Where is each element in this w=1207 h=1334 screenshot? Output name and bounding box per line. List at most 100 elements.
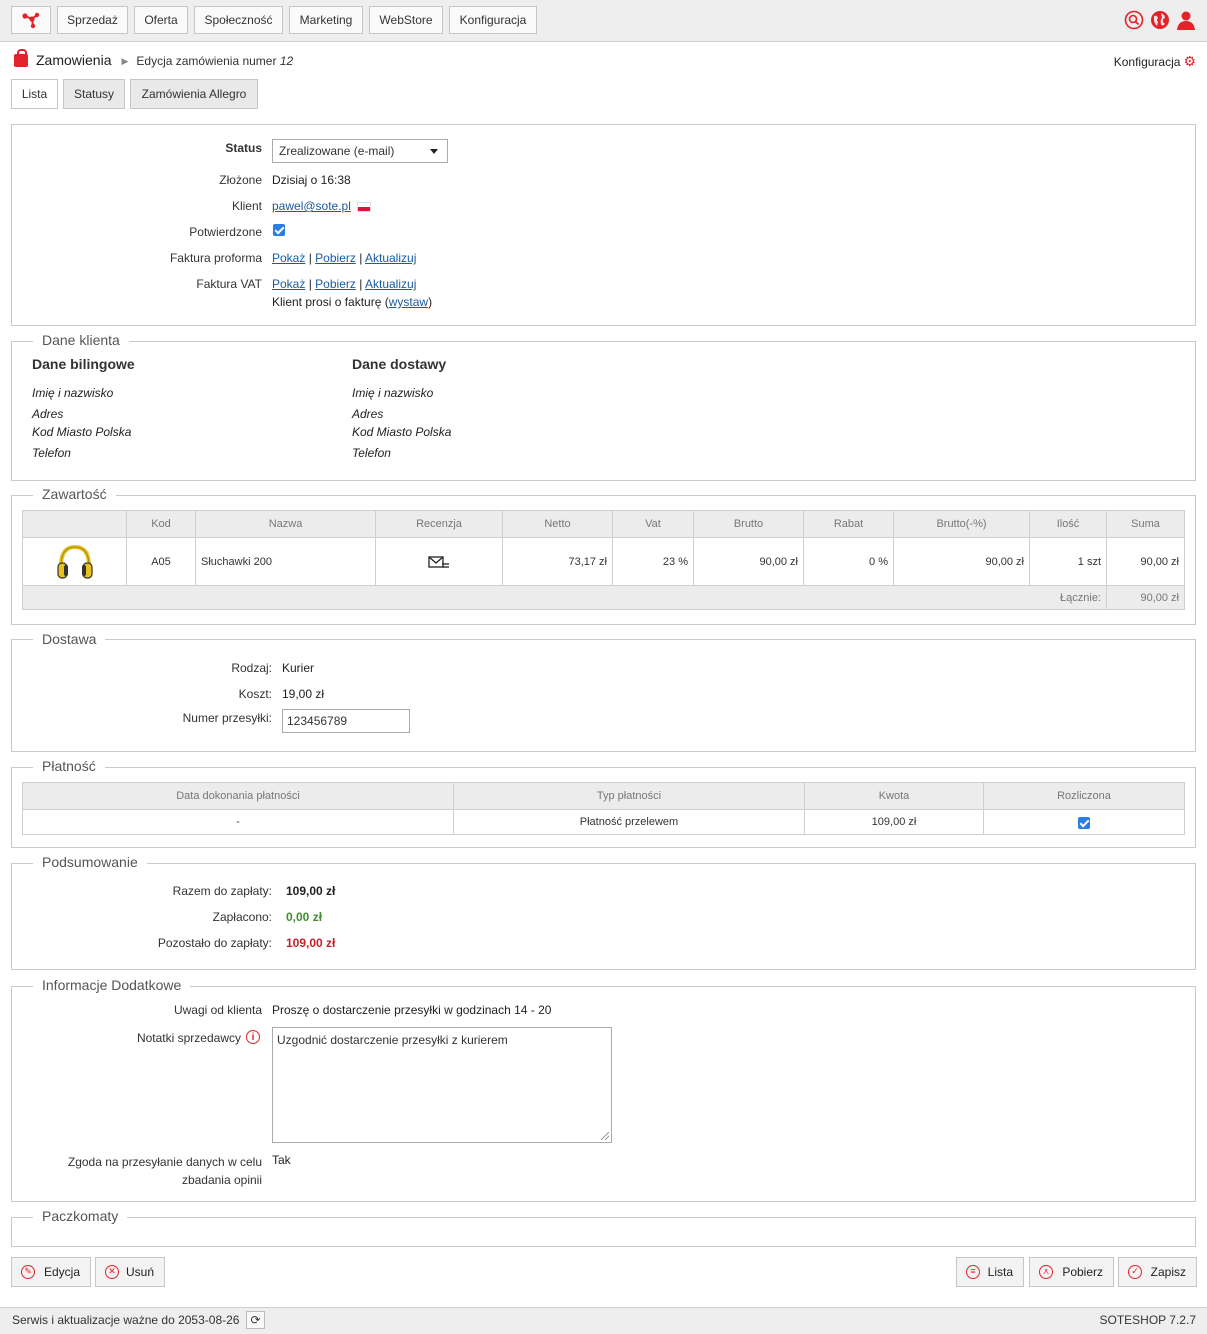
zapisz-button[interactable]: ✓ Zapisz	[1118, 1257, 1197, 1287]
globe-icon[interactable]	[1150, 10, 1170, 30]
usun-button[interactable]: ✕ Usuń	[95, 1257, 165, 1287]
uwagi-value: Proszę o dostarczenie przesyłki w godzin…	[272, 1003, 552, 1017]
extra-info-legend: Informacje Dodatkowe	[33, 977, 191, 993]
breadcrumb: Zamowienia ▶ Edycja zamówienia numer 12	[14, 49, 294, 72]
payment-settled-checkbox[interactable]	[1078, 816, 1090, 829]
nav-marketing[interactable]: Marketing	[289, 6, 363, 34]
nav-spolecznosc[interactable]: Społeczność	[194, 6, 283, 34]
tracking-number-input[interactable]: 123456789	[282, 709, 410, 733]
zlozone-value: Dzisiaj o 16:38	[272, 173, 351, 187]
proforma-pokaz-link[interactable]: Pokaż	[272, 251, 305, 265]
client-legend: Dane klienta	[33, 332, 129, 348]
user-icon[interactable]	[1176, 10, 1196, 30]
zgoda-label: Zgoda na przesyłanie danych w celu zbadan…	[30, 1153, 262, 1189]
product-kod: A05	[126, 537, 196, 586]
nav-oferta[interactable]: Oferta	[134, 6, 188, 34]
product-vat: 23 %	[612, 537, 694, 586]
billing-name: Imię i nazwisko	[32, 386, 114, 400]
breadcrumb-title[interactable]: Zamowienia	[36, 52, 111, 68]
nav-webstore[interactable]: WebStore	[369, 6, 443, 34]
col-payment-type: Typ płatności	[453, 782, 805, 810]
potwierdzone-checkbox[interactable]	[273, 224, 285, 236]
billing-title: Dane bilingowe	[32, 356, 135, 372]
resize-handle-icon[interactable]	[601, 1132, 609, 1140]
payment-table: Data dokonania płatności Typ płatności K…	[22, 782, 1185, 835]
status-label: Status	[225, 141, 262, 155]
zaplacono-label: Zapłacono:	[212, 910, 272, 924]
chevron-down-icon	[430, 149, 438, 154]
link-separator: |	[308, 277, 312, 291]
faktura-proforma-links: Pokaż | Pobierz | Aktualizuj	[272, 251, 416, 265]
shipping-name: Imię i nazwisko	[352, 386, 434, 400]
table-row: A05 Słuchawki 200 73,17 zł 23 % 90,00 zł…	[22, 537, 1185, 586]
koszt-value: 19,00 zł	[282, 687, 325, 701]
edycja-button[interactable]: ✎ Edycja	[11, 1257, 91, 1287]
pobierz-button[interactable]: ⋏ Pobierz	[1029, 1257, 1114, 1287]
wystaw-link[interactable]: wystaw	[389, 295, 428, 309]
home-logo-button[interactable]	[11, 6, 51, 34]
seller-notes-text: Uzgodnić dostarczenie przesyłki z kurier…	[277, 1033, 508, 1047]
config-link-label: Konfiguracja	[1113, 55, 1181, 69]
seller-notes-textarea[interactable]: Uzgodnić dostarczenie przesyłki z kurier…	[272, 1027, 612, 1143]
payment-legend: Płatność	[33, 758, 105, 774]
table-row: - Płatność przelewem 109,00 zł	[22, 809, 1185, 835]
col-payment-date: Data dokonania płatności	[22, 782, 454, 810]
usun-button-label: Usuń	[125, 1265, 154, 1279]
lista-button[interactable]: ≡ Lista	[956, 1257, 1024, 1287]
klient-email-link[interactable]: pawel@sote.pl	[272, 199, 351, 213]
link-separator: |	[359, 251, 363, 265]
razem-value: 109,00 zł	[286, 884, 336, 898]
payment-settled-cell	[983, 809, 1185, 835]
zapisz-button-label: Zapisz	[1150, 1265, 1186, 1279]
col-brutto: Brutto	[693, 510, 804, 538]
version-label: SOTESHOP 7.2.7	[1099, 1313, 1197, 1327]
nav-sprzedaz[interactable]: Sprzedaż	[57, 6, 128, 34]
klient-label: Klient	[231, 199, 262, 213]
pobierz-button-label: Pobierz	[1062, 1265, 1103, 1279]
close-icon: ✕	[105, 1265, 119, 1279]
status-select[interactable]: Zrealizowane (e-mail)	[272, 139, 448, 163]
product-recenzja-cell	[375, 537, 503, 586]
proforma-aktualizuj-link[interactable]: Aktualizuj	[365, 251, 416, 265]
headphones-product-image[interactable]	[55, 542, 95, 582]
product-suma: 90,00 zł	[1106, 537, 1185, 586]
rodzaj-value: Kurier	[282, 661, 315, 675]
footer: Serwis i aktualizacje ważne do 2053-08-2…	[0, 1307, 1207, 1334]
vat-pokaz-link[interactable]: Pokaż	[272, 277, 305, 291]
search-icon[interactable]	[1124, 10, 1144, 30]
paczkomaty-panel	[11, 1217, 1196, 1247]
tab-lista[interactable]: Lista	[11, 79, 58, 109]
col-image	[22, 510, 127, 538]
zgoda-value: Tak	[272, 1153, 291, 1167]
tab-statusy[interactable]: Statusy	[63, 79, 125, 109]
product-ilosc: 1 szt	[1029, 537, 1107, 586]
potwierdzone-label: Potwierdzone	[189, 225, 262, 239]
contents-legend: Zawartość	[33, 486, 116, 502]
tab-zamowienia-allegro[interactable]: Zamówienia Allegro	[130, 79, 258, 109]
faktura-proforma-label: Faktura proforma	[169, 251, 262, 265]
product-image-cell	[22, 537, 127, 586]
config-link[interactable]: Konfiguracja ⚙	[1114, 53, 1196, 70]
invoice-request-suffix: )	[428, 295, 433, 309]
nav-konfiguracja[interactable]: Konfiguracja	[449, 6, 537, 34]
lista-button-label: Lista	[987, 1265, 1013, 1279]
proforma-pobierz-link[interactable]: Pobierz	[315, 251, 356, 265]
zgoda-label-line-1: Zgoda na przesyłanie danych w celu	[67, 1155, 262, 1169]
order-number: 12	[279, 54, 294, 68]
payment-type: Płatność przelewem	[453, 809, 805, 835]
info-icon[interactable]: i	[246, 1030, 260, 1044]
products-table: Kod Nazwa Recenzja Netto Vat Brutto Raba…	[22, 510, 1185, 610]
billing-phone: Telefon	[32, 446, 71, 460]
vat-pobierz-link[interactable]: Pobierz	[315, 277, 356, 291]
shipping-title: Dane dostawy	[352, 356, 447, 372]
uwagi-label: Uwagi od klienta	[173, 1003, 262, 1017]
faktura-vat-label: Faktura VAT	[196, 277, 262, 291]
vat-aktualizuj-link[interactable]: Aktualizuj	[365, 277, 416, 291]
table-header-row: Kod Nazwa Recenzja Netto Vat Brutto Raba…	[22, 510, 1185, 538]
envelope-review-icon[interactable]	[428, 555, 450, 569]
refresh-icon[interactable]: ⟳	[246, 1311, 265, 1329]
pdf-icon: ⋏	[1039, 1265, 1053, 1279]
product-brutto: 90,00 zł	[693, 537, 804, 586]
shipping-phone: Telefon	[352, 446, 391, 460]
col-ilosc: Ilość	[1029, 510, 1107, 538]
